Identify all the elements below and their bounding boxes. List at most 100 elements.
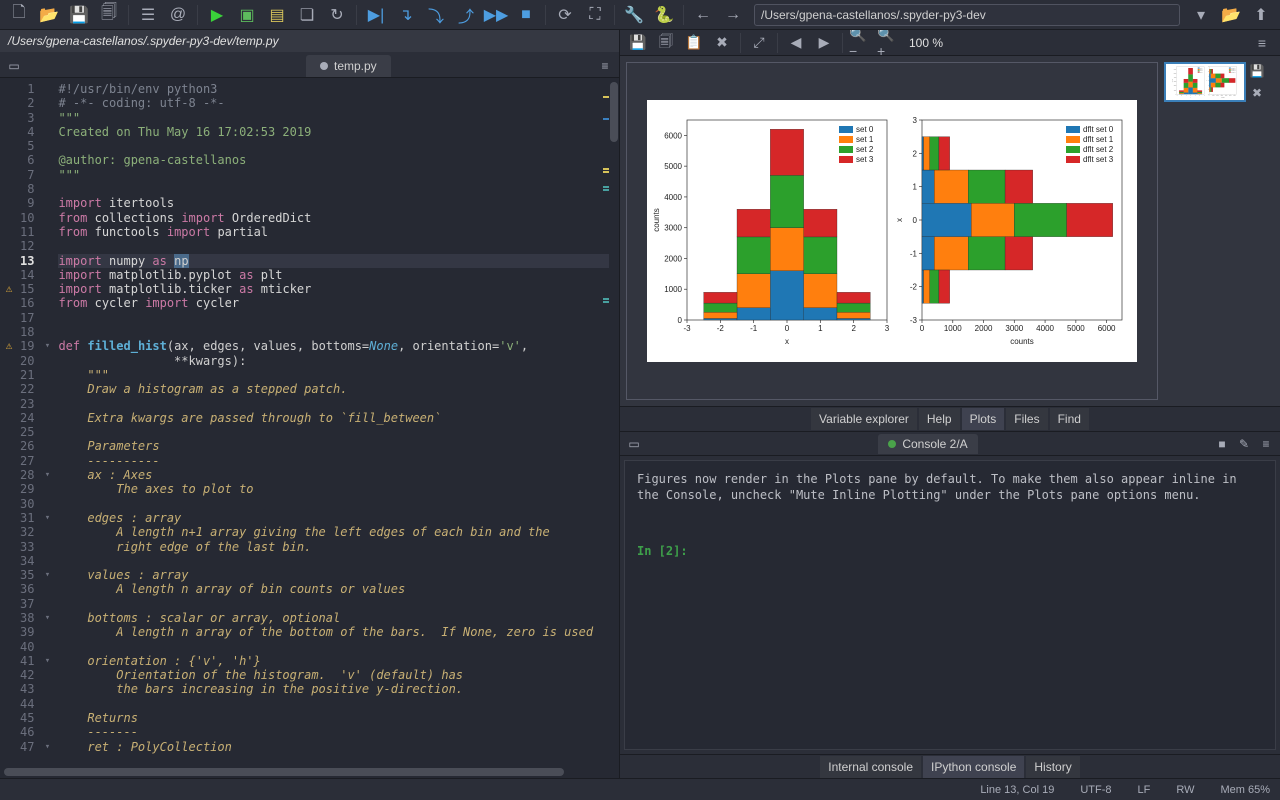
svg-text:5000: 5000	[1229, 95, 1232, 97]
svg-text:-2: -2	[1207, 89, 1208, 91]
at-icon[interactable]: @	[165, 2, 191, 28]
svg-text:-2: -2	[910, 283, 918, 292]
svg-text:-1: -1	[750, 324, 758, 333]
svg-text:dflt set 0: dflt set 0	[1083, 125, 1114, 134]
console-stop-icon[interactable]: ■	[1212, 434, 1232, 454]
console-options-icon[interactable]: ≡	[1256, 434, 1276, 454]
svg-text:counts: counts	[1171, 78, 1174, 82]
thumb-remove-icon[interactable]: ✖	[1248, 84, 1266, 102]
plot-zoom-out-icon[interactable]: 🔍−	[849, 32, 873, 54]
forward-icon[interactable]: →	[720, 2, 746, 28]
svg-text:4000: 4000	[1036, 324, 1054, 333]
tab-ipython-console[interactable]: IPython console	[923, 756, 1024, 778]
svg-text:3: 3	[1204, 95, 1205, 97]
svg-text:-3: -3	[1207, 94, 1208, 96]
tab-files[interactable]: Files	[1006, 408, 1047, 430]
console-edit-icon[interactable]: ✎	[1234, 434, 1254, 454]
plot-canvas[interactable]: 0100020003000400050006000-3-2-10123xcoun…	[626, 62, 1158, 400]
svg-text:dflt set 3: dflt set 3	[1083, 155, 1114, 164]
svg-text:counts: counts	[1010, 337, 1034, 346]
plot-expand-icon[interactable]: ⤢	[747, 32, 771, 54]
plot-figure: 0100020003000400050006000-3-2-10123xcoun…	[647, 100, 1137, 362]
svg-text:4000: 4000	[664, 193, 682, 202]
console-info-text: Figures now render in the Plots pane by …	[637, 471, 1263, 503]
new-file-icon[interactable]: 🗋	[6, 2, 32, 28]
plot-thumbnails: 0100020003000400050006000-3-2-10123xcoun…	[1164, 62, 1274, 400]
plot-thumbnail[interactable]: 0100020003000400050006000-3-2-10123xcoun…	[1164, 62, 1246, 102]
outline-icon[interactable]: ☰	[135, 2, 161, 28]
svg-text:x: x	[1205, 80, 1207, 81]
svg-text:x: x	[895, 218, 904, 222]
editor-scrollbar-h[interactable]	[0, 766, 619, 778]
working-dir-dropdown-icon[interactable]: ▾	[1188, 2, 1214, 28]
preferences-icon[interactable]: 🔧	[621, 2, 647, 28]
console-tab[interactable]: Console 2/A	[878, 434, 977, 454]
tab-history[interactable]: History	[1026, 756, 1079, 778]
plot-figure: 0100020003000400050006000-3-2-10123xcoun…	[1166, 64, 1244, 100]
tab-variable-explorer[interactable]: Variable explorer	[811, 408, 917, 430]
debug-continue-icon[interactable]: ▶▶	[483, 2, 509, 28]
run-icon[interactable]: ▶	[204, 2, 230, 28]
back-icon[interactable]: ←	[690, 2, 716, 28]
editor-tab-label: temp.py	[334, 59, 377, 73]
plot-remove-icon[interactable]: ✖	[710, 32, 734, 54]
plot-zoom-level: 100 %	[909, 36, 943, 50]
ipython-console[interactable]: Figures now render in the Plots pane by …	[624, 460, 1276, 750]
svg-text:-2: -2	[1181, 95, 1182, 97]
console-tab-label: Console 2/A	[902, 437, 967, 451]
console-browse-tabs-icon[interactable]: ▭	[624, 437, 644, 451]
plots-options-icon[interactable]: ≡	[1250, 32, 1274, 54]
save-icon[interactable]: 💾	[66, 2, 92, 28]
plots-toolbar: 💾 🗐 📋 ✖ ⤢ ◀ ▶ 🔍− 🔍+ 100 % ≡	[620, 30, 1280, 56]
svg-text:5000: 5000	[1067, 324, 1085, 333]
run-cell-icon[interactable]: ▣	[234, 2, 260, 28]
working-dir-input[interactable]	[754, 4, 1180, 26]
browse-dir-icon[interactable]: 📂	[1218, 2, 1244, 28]
debug-step-out-icon[interactable]: ⤴	[453, 2, 479, 28]
plot-zoom-in-icon[interactable]: 🔍+	[877, 32, 901, 54]
tab-plots[interactable]: Plots	[962, 408, 1005, 430]
svg-text:1000: 1000	[944, 324, 962, 333]
main-toolbar: 🗋 📂 💾 🗐 ☰ @ ▶ ▣ ▤ ❏ ↻ ▶| ↴ ⤵ ⤴ ▶▶ ■ ⟳ ⛶ …	[0, 0, 1280, 30]
debug-step-into-icon[interactable]: ↴	[393, 2, 419, 28]
editor-scrollbar-v[interactable]	[609, 78, 619, 766]
tab-find[interactable]: Find	[1050, 408, 1089, 430]
run-selection-icon[interactable]: ❏	[294, 2, 320, 28]
svg-text:-3: -3	[1176, 95, 1177, 97]
plot-save-all-icon[interactable]: 🗐	[654, 32, 678, 54]
plot-prev-icon[interactable]: ◀	[784, 32, 808, 54]
kernel-restart-icon[interactable]: ⟳	[552, 2, 578, 28]
debug-step-over-icon[interactable]: ⤵	[423, 2, 449, 28]
rerun-icon[interactable]: ↻	[324, 2, 350, 28]
status-bar: Line 13, Col 19 UTF-8 LF RW Mem 65%	[0, 778, 1280, 800]
svg-text:1000: 1000	[1212, 95, 1215, 97]
thumb-save-icon[interactable]: 💾	[1248, 62, 1266, 80]
plot-copy-icon[interactable]: 📋	[682, 32, 706, 54]
debug-stop-icon[interactable]: ■	[513, 2, 539, 28]
svg-text:1: 1	[818, 324, 823, 333]
status-rw: RW	[1176, 784, 1194, 796]
editor-options-icon[interactable]: ≡	[593, 55, 617, 77]
python-path-icon[interactable]: 🐍	[651, 2, 677, 28]
open-folder-icon[interactable]: 📂	[36, 2, 62, 28]
run-cell-advance-icon[interactable]: ▤	[264, 2, 290, 28]
svg-text:2: 2	[913, 149, 918, 158]
plot-next-icon[interactable]: ▶	[812, 32, 836, 54]
debug-step-icon[interactable]: ▶|	[363, 2, 389, 28]
console-tabbar: ▭ Console 2/A ■ ✎ ≡	[620, 432, 1280, 456]
editor-tab-temp[interactable]: temp.py	[306, 55, 391, 77]
tab-modified-dot-icon	[320, 62, 328, 70]
svg-text:dflt set 2: dflt set 2	[1083, 145, 1114, 154]
plot-save-icon[interactable]: 💾	[626, 32, 650, 54]
plots-viewer: 0100020003000400050006000-3-2-10123xcoun…	[620, 56, 1280, 406]
code-editor[interactable]: ⚠⚠ 1234567891011121314151617181920212223…	[0, 78, 619, 766]
editor-browse-tabs-icon[interactable]: ▭	[2, 55, 26, 77]
editor-file-path: /Users/gpena-castellanos/.spyder-py3-dev…	[0, 30, 619, 52]
maximize-pane-icon[interactable]: ⛶	[582, 2, 608, 28]
console-pane-tabs: Internal console IPython console History	[620, 754, 1280, 778]
tab-internal-console[interactable]: Internal console	[820, 756, 921, 778]
save-all-icon[interactable]: 🗐	[96, 2, 122, 28]
svg-text:6000: 6000	[664, 131, 682, 140]
parent-dir-icon[interactable]: ⬆	[1248, 2, 1274, 28]
tab-help[interactable]: Help	[919, 408, 960, 430]
